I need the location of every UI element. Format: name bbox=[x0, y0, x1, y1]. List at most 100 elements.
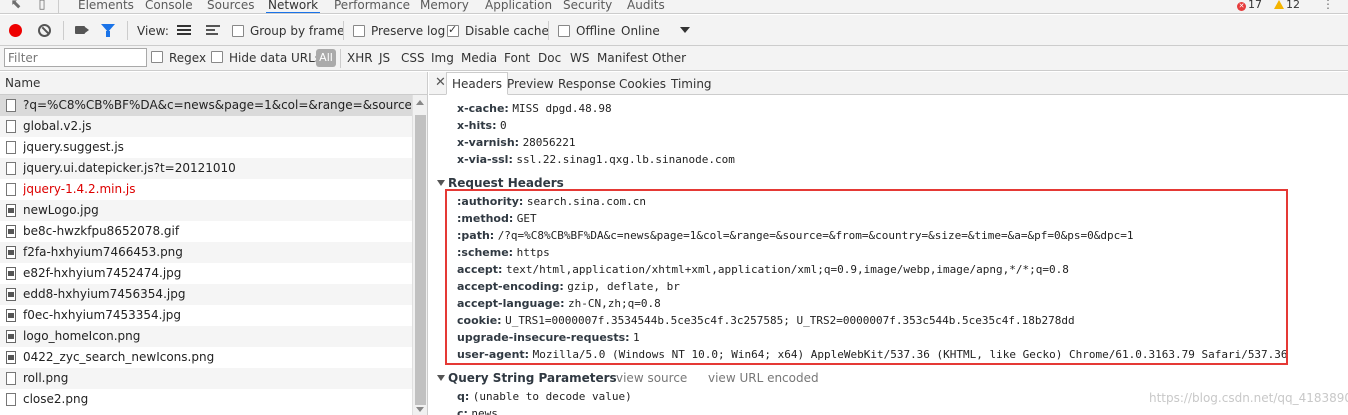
close-icon[interactable]: ✕ bbox=[435, 75, 446, 91]
tab-headers[interactable]: Headers bbox=[446, 72, 508, 95]
request-row[interactable]: f0ec-hxhyium7453354.jpg bbox=[0, 305, 412, 326]
tab-audits[interactable]: Audits bbox=[625, 0, 667, 13]
request-row[interactable]: roll.png bbox=[0, 368, 412, 389]
filter-doc-button[interactable]: Doc bbox=[538, 50, 561, 66]
overview-icon[interactable] bbox=[206, 25, 220, 35]
query-params-toggle[interactable]: Query String Parameters bbox=[437, 370, 617, 386]
document-file-icon bbox=[6, 372, 16, 385]
document-file-icon bbox=[6, 393, 16, 406]
filter-ws-button[interactable]: WS bbox=[570, 50, 589, 66]
name-column-header[interactable]: Name bbox=[0, 72, 428, 95]
request-name: global.v2.js bbox=[23, 119, 92, 133]
warning-count-badge[interactable]: 12 bbox=[1274, 0, 1300, 13]
header-row: upgrade-insecure-requests: 1 bbox=[457, 331, 640, 344]
request-row[interactable]: global.v2.js bbox=[0, 116, 412, 137]
error-count-badge[interactable]: ✕ 17 bbox=[1237, 0, 1262, 13]
filter-input[interactable] bbox=[4, 48, 147, 67]
request-name: jquery-1.4.2.min.js bbox=[23, 182, 136, 196]
group-by-frame-label: Group by frame bbox=[250, 24, 345, 38]
filter-img-button[interactable]: Img bbox=[431, 50, 454, 66]
request-name: edd8-hxhyium7456354.jpg bbox=[23, 287, 186, 301]
preserve-log-checkbox[interactable] bbox=[353, 25, 365, 37]
request-row[interactable]: e82f-hxhyium7452474.jpg bbox=[0, 263, 412, 284]
request-row[interactable]: close2.png bbox=[0, 389, 412, 410]
divider bbox=[343, 21, 344, 40]
error-count: 17 bbox=[1248, 0, 1262, 11]
header-row: x-hits: 0 bbox=[457, 119, 507, 132]
tab-cookies[interactable]: Cookies bbox=[619, 76, 666, 92]
request-name: newLogo.jpg bbox=[23, 203, 99, 217]
request-row[interactable]: jquery.suggest.js bbox=[0, 137, 412, 158]
filter-js-button[interactable]: JS bbox=[379, 50, 390, 66]
more-menu-icon[interactable]: ⋮ bbox=[1322, 0, 1334, 11]
tab-preview[interactable]: Preview bbox=[507, 76, 554, 92]
request-row[interactable]: ?q=%C8%CB%BF%DA&c=news&page=1&col=&range… bbox=[0, 95, 412, 116]
tab-elements[interactable]: Elements bbox=[76, 0, 136, 13]
request-row[interactable]: jquery-1.4.2.min.js bbox=[0, 179, 412, 200]
request-row[interactable]: newLogo.jpg bbox=[0, 200, 412, 221]
header-row: cookie: U_TRS1=0000007f.3534544b.5ce35c4… bbox=[457, 314, 1075, 327]
header-row: accept-encoding: gzip, deflate, br bbox=[457, 280, 680, 293]
capture-screenshots-icon[interactable] bbox=[75, 26, 89, 34]
request-row[interactable]: f2fa-hxhyium7466453.png bbox=[0, 242, 412, 263]
filter-manifest-button[interactable]: Manifest bbox=[597, 50, 648, 66]
divider bbox=[340, 49, 341, 68]
request-name: jquery.ui.datepicker.js?t=20121010 bbox=[23, 161, 236, 175]
request-row[interactable]: 0422_zyc_search_newIcons.png bbox=[0, 347, 412, 368]
filter-font-button[interactable]: Font bbox=[504, 50, 530, 66]
request-row[interactable]: edd8-hxhyium7456354.jpg bbox=[0, 284, 412, 305]
name-column-label: Name bbox=[5, 76, 41, 90]
filter-css-button[interactable]: CSS bbox=[401, 50, 425, 66]
chevron-down-icon[interactable] bbox=[680, 27, 690, 33]
header-row: :path: /?q=%C8%CB%BF%DA&c=news&page=1&co… bbox=[457, 229, 1134, 242]
document-file-icon bbox=[6, 120, 16, 133]
view-source-link[interactable]: view source bbox=[616, 370, 687, 386]
request-row[interactable]: jquery.ui.datepicker.js?t=20121010 bbox=[0, 158, 412, 179]
divider bbox=[63, 21, 64, 40]
tab-sources[interactable]: Sources bbox=[205, 0, 256, 13]
filter-media-button[interactable]: Media bbox=[461, 50, 497, 66]
view-url-encoded-link[interactable]: view URL encoded bbox=[708, 370, 819, 386]
request-name: logo_homeIcon.png bbox=[23, 329, 141, 343]
image-file-icon bbox=[6, 351, 16, 364]
request-row[interactable]: be8c-hwzkfpu8652078.gif bbox=[0, 221, 412, 242]
large-rows-icon[interactable] bbox=[177, 25, 191, 35]
tab-network[interactable]: Network bbox=[266, 0, 321, 13]
disable-cache-checkbox[interactable] bbox=[447, 23, 459, 37]
request-row[interactable]: logo_homeIcon.png bbox=[0, 326, 412, 347]
request-list-scrollbar[interactable] bbox=[412, 95, 427, 415]
clear-button[interactable] bbox=[38, 24, 51, 37]
request-name: be8c-hwzkfpu8652078.gif bbox=[23, 224, 180, 238]
image-file-icon bbox=[6, 225, 16, 238]
headers-panel: x-cache: MISS dpgd.48.98 x-hits: 0 x-var… bbox=[429, 95, 1348, 415]
header-row: x-via-ssl: ssl.22.sinag1.qxg.lb.sinanode… bbox=[457, 153, 735, 166]
query-params-title: Query String Parameters bbox=[448, 371, 617, 385]
offline-checkbox[interactable] bbox=[558, 25, 570, 37]
hide-data-urls-checkbox[interactable] bbox=[211, 51, 223, 63]
filter-toggle-icon[interactable] bbox=[101, 24, 115, 37]
tab-memory[interactable]: Memory bbox=[418, 0, 471, 13]
record-button[interactable] bbox=[9, 24, 22, 37]
tab-performance[interactable]: Performance bbox=[332, 0, 412, 13]
regex-checkbox[interactable] bbox=[151, 51, 163, 63]
throttle-select[interactable]: Online bbox=[621, 23, 660, 39]
tab-response[interactable]: Response bbox=[558, 76, 616, 92]
tab-security[interactable]: Security bbox=[561, 0, 614, 13]
tab-application[interactable]: Application bbox=[483, 0, 554, 13]
image-file-icon bbox=[6, 204, 16, 217]
scrollbar-thumb[interactable] bbox=[415, 115, 426, 405]
filter-xhr-button[interactable]: XHR bbox=[347, 50, 373, 66]
inspect-cursor-icon[interactable]: ⬉ bbox=[8, 0, 24, 13]
filter-other-button[interactable]: Other bbox=[652, 50, 686, 66]
device-toolbar-icon[interactable]: ▯ bbox=[34, 0, 50, 13]
filter-all-button[interactable]: All bbox=[316, 49, 336, 67]
tab-timing[interactable]: Timing bbox=[671, 76, 712, 92]
request-headers-toggle[interactable]: Request Headers bbox=[437, 175, 564, 191]
group-by-frame-checkbox[interactable] bbox=[232, 25, 244, 37]
detail-tab-bar: ✕ Headers Preview Response Cookies Timin… bbox=[429, 72, 1348, 95]
request-name: e82f-hxhyium7452474.jpg bbox=[23, 266, 182, 280]
scroll-down-icon[interactable] bbox=[416, 407, 424, 412]
tab-console[interactable]: Console bbox=[143, 0, 195, 13]
error-icon: ✕ bbox=[1237, 2, 1246, 11]
scroll-up-icon[interactable] bbox=[416, 100, 424, 105]
